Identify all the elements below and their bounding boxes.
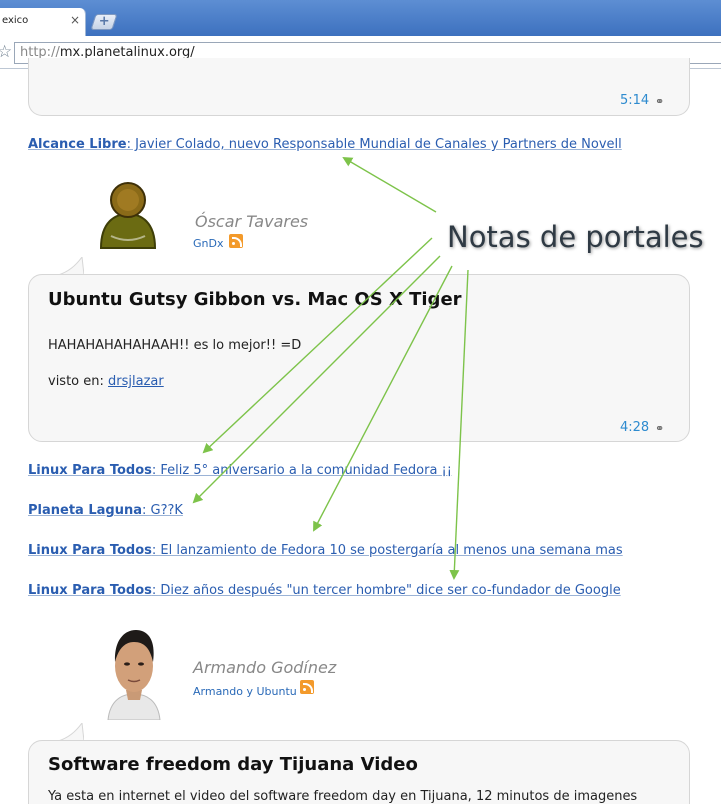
avatar xyxy=(104,624,164,720)
feed-source: Linux Para Todos xyxy=(28,543,152,558)
post-time[interactable]: 4:28 xyxy=(620,420,649,435)
author-blog-link[interactable]: Armando y Ubuntu xyxy=(193,685,297,698)
tab-title: exico xyxy=(2,15,29,26)
feed-title: : Diez años después "un tercer hombre" d… xyxy=(151,583,621,598)
feed-source: Alcance Libre xyxy=(28,137,127,152)
feed-title: : Javier Colado, nuevo Responsable Mundi… xyxy=(126,137,622,152)
feed-source: Linux Para Todos xyxy=(28,583,152,598)
feed-link[interactable]: Planeta Laguna: G??K xyxy=(28,503,183,518)
author-name: Óscar Tavares xyxy=(195,212,309,231)
feed-link-alcance[interactable]: Alcance Libre: Javier Colado, nuevo Resp… xyxy=(28,137,622,152)
browser-tab[interactable]: exico × xyxy=(0,8,86,36)
post-title[interactable]: Ubuntu Gutsy Gibbon vs. Mac OS X Tiger xyxy=(48,289,462,310)
permalink-icon[interactable]: ⚭ xyxy=(655,95,664,108)
bubble-tail xyxy=(58,257,84,275)
post-bubble-top xyxy=(28,58,690,116)
avatar xyxy=(99,182,157,249)
bookmark-star-icon[interactable]: ☆ xyxy=(0,42,12,62)
feed-source: Planeta Laguna xyxy=(28,503,142,518)
tab-close-icon[interactable]: × xyxy=(70,13,80,27)
feed-title: : Feliz 5° aniversario a la comunidad Fe… xyxy=(151,463,452,478)
annotation-label: Notas de portales xyxy=(447,220,704,254)
author-blog-link[interactable]: GnDx xyxy=(193,237,223,250)
plus-icon: + xyxy=(98,14,110,29)
post-time[interactable]: 5:14 xyxy=(620,93,649,108)
new-tab-button[interactable]: + xyxy=(90,14,118,30)
feed-link[interactable]: Linux Para Todos: El lanzamiento de Fedo… xyxy=(28,543,623,558)
feed-link[interactable]: Linux Para Todos: Feliz 5° aniversario a… xyxy=(28,463,452,478)
permalink-icon[interactable]: ⚭ xyxy=(655,422,664,435)
feed-source: Linux Para Todos xyxy=(28,463,152,478)
feed-link[interactable]: Linux Para Todos: Diez años después "un … xyxy=(28,583,621,598)
post-via: visto en: drsjlazar xyxy=(48,374,164,389)
via-label: visto en: xyxy=(48,374,109,389)
bubble-tail xyxy=(58,723,84,741)
rss-icon[interactable] xyxy=(300,680,314,694)
author-name: Armando Godínez xyxy=(193,658,337,677)
feed-title: : G??K xyxy=(142,503,183,518)
via-link[interactable]: drsjlazar xyxy=(108,374,164,389)
post-title[interactable]: Software freedom day Tijuana Video xyxy=(48,754,418,775)
feed-title: : El lanzamiento de Fedora 10 se posterg… xyxy=(151,543,623,558)
post-body: Ya esta en internet el video del softwar… xyxy=(48,789,638,804)
post-body: HAHAHAHAHAHAAH!! es lo mejor!! =D xyxy=(48,338,302,353)
rss-icon[interactable] xyxy=(229,234,243,248)
